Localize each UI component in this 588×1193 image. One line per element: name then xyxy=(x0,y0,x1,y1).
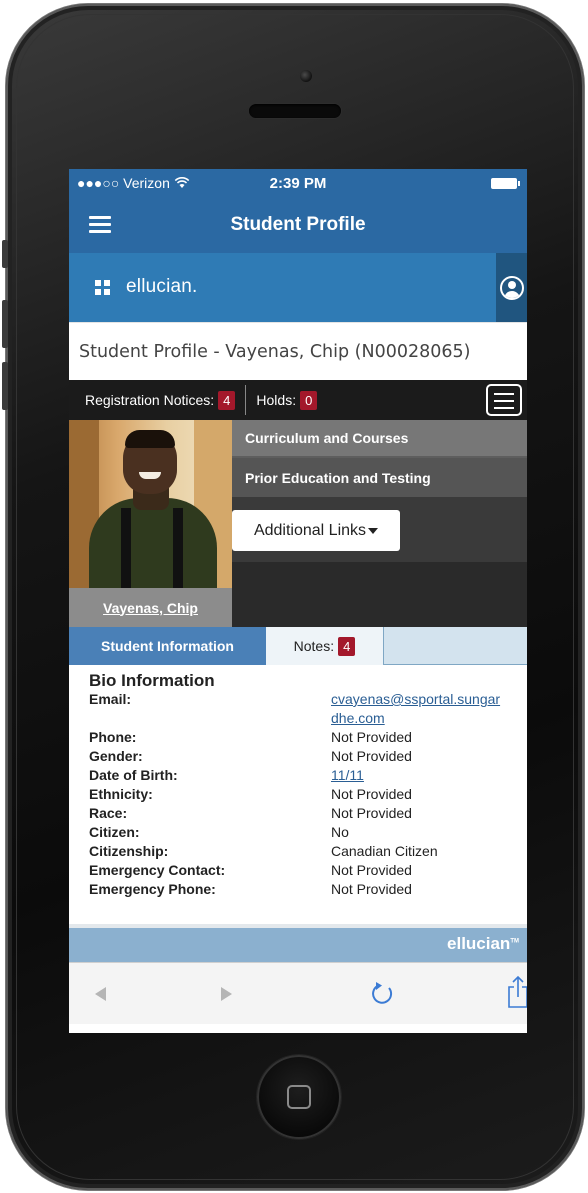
bio-row-dob: Date of Birth: 11/11 xyxy=(89,766,507,785)
share-icon[interactable] xyxy=(506,975,527,1009)
back-icon[interactable] xyxy=(95,987,106,1001)
status-bar: ●●●○○ Verizon 2:39 PM xyxy=(69,169,527,197)
caret-down-icon xyxy=(368,527,379,534)
footer-logo-tm: TM xyxy=(510,938,519,945)
earpiece-speaker xyxy=(249,104,341,118)
notice-bar: Registration Notices: 4 Holds: 0 xyxy=(69,380,527,420)
student-photo xyxy=(69,420,232,588)
bio-row-emergency-contact: Emergency Contact: Not Provided xyxy=(89,861,507,880)
profile-menu: Curriculum and Courses Prior Education a… xyxy=(232,420,527,562)
tab-student-information[interactable]: Student Information xyxy=(69,627,266,673)
menu-item-prior-education[interactable]: Prior Education and Testing xyxy=(232,458,527,497)
reload-icon[interactable] xyxy=(369,979,395,1007)
bio-row-race: Race: Not Provided xyxy=(89,804,507,823)
bio-value: Not Provided xyxy=(331,786,412,802)
tab-spacer xyxy=(384,627,527,664)
browser-toolbar xyxy=(69,962,527,1024)
additional-links-row: Additional Links xyxy=(232,510,527,562)
bio-value: Not Provided xyxy=(331,862,412,878)
bio-value: Not Provided xyxy=(331,748,412,764)
notes-badge: 4 xyxy=(338,636,356,656)
forward-icon[interactable] xyxy=(221,987,232,1001)
email-link[interactable]: cvayenas@ssportal.sungardhe.com xyxy=(331,691,500,726)
additional-links-label: Additional Links xyxy=(253,521,367,539)
registration-notices-badge[interactable]: 4 xyxy=(218,390,236,410)
profile-menu-button[interactable] xyxy=(486,384,522,416)
tab-notes[interactable]: Notes: 4 xyxy=(266,627,384,665)
volume-down-button xyxy=(2,362,8,410)
notice-divider xyxy=(245,385,247,415)
dob-link[interactable]: 11/11 xyxy=(331,767,364,783)
holds-label[interactable]: Holds: xyxy=(256,392,296,408)
profile-area: Vayenas, Chip Curriculum and Courses Pri… xyxy=(69,420,527,627)
phone-screen: ●●●○○ Verizon 2:39 PM Student Profile el… xyxy=(69,169,527,1033)
volume-up-button xyxy=(2,300,8,348)
status-time: 2:39 PM xyxy=(269,174,327,192)
apps-grid-icon[interactable] xyxy=(95,280,110,295)
additional-links-button[interactable]: Additional Links xyxy=(232,510,400,551)
info-tabs: Student Information Notes: 4 xyxy=(69,627,527,673)
bio-value: Not Provided xyxy=(331,881,412,897)
bio-row-email: Email: cvayenas@ssportal.sungardhe.com xyxy=(89,690,507,728)
bio-value: No xyxy=(331,824,349,840)
mute-switch xyxy=(2,240,8,268)
bio-title: Bio Information xyxy=(89,671,215,690)
home-button[interactable] xyxy=(257,1055,341,1139)
bio-label: Race: xyxy=(89,805,128,821)
front-camera xyxy=(300,70,312,82)
bio-label: Emergency Phone: xyxy=(89,881,216,897)
bio-row-emergency-phone: Emergency Phone: Not Provided xyxy=(89,880,507,899)
bio-label: Phone: xyxy=(89,729,137,745)
bio-label: Gender: xyxy=(89,748,143,764)
bio-value: Canadian Citizen xyxy=(331,843,438,859)
bio-label: Citizen: xyxy=(89,824,140,840)
user-profile-button[interactable] xyxy=(496,253,527,322)
bio-row-citizenship: Citizenship: Canadian Citizen xyxy=(89,842,507,861)
app-nav-bar: Student Profile xyxy=(69,197,527,253)
footer-logo-text: ellucian xyxy=(447,934,511,953)
menu-icon[interactable] xyxy=(89,216,111,233)
student-name-cell: Vayenas, Chip xyxy=(69,588,232,627)
menu-item-curriculum[interactable]: Curriculum and Courses xyxy=(232,420,527,458)
bio-row-phone: Phone: Not Provided xyxy=(89,728,507,747)
student-name-link[interactable]: Vayenas, Chip xyxy=(103,600,198,616)
bio-label: Citizenship: xyxy=(89,843,169,859)
bio-value: Not Provided xyxy=(331,729,412,745)
brand-bar: ellucian. xyxy=(69,253,527,322)
bio-label: Ethnicity: xyxy=(89,786,153,802)
user-icon xyxy=(499,275,524,300)
battery-icon xyxy=(491,178,520,189)
bio-label: Emergency Contact: xyxy=(89,862,226,878)
home-square-icon xyxy=(287,1085,311,1109)
brand-logo: ellucian. xyxy=(126,276,198,297)
nav-title: Student Profile xyxy=(230,214,366,235)
bio-row-ethnicity: Ethnicity: Not Provided xyxy=(89,785,507,804)
bio-label: Email: xyxy=(89,691,132,707)
bio-row-citizen: Citizen: No xyxy=(89,823,507,842)
bio-row-gender: Gender: Not Provided xyxy=(89,747,507,766)
page-title: Student Profile - Vayenas, Chip (N000280… xyxy=(69,322,527,380)
bio-section: Bio Information Email: cvayenas@ssportal… xyxy=(69,665,527,924)
registration-notices-label[interactable]: Registration Notices: xyxy=(85,392,214,408)
footer-bar: ellucianTM xyxy=(69,928,527,962)
menu-gap xyxy=(232,497,527,510)
holds-badge[interactable]: 0 xyxy=(300,390,318,410)
bio-label: Date of Birth: xyxy=(89,767,178,783)
tab-notes-label: Notes: xyxy=(293,638,335,654)
tab-student-information-label: Student Information xyxy=(101,638,234,654)
footer-logo: ellucianTM xyxy=(447,934,519,954)
bio-value: Not Provided xyxy=(331,805,412,821)
